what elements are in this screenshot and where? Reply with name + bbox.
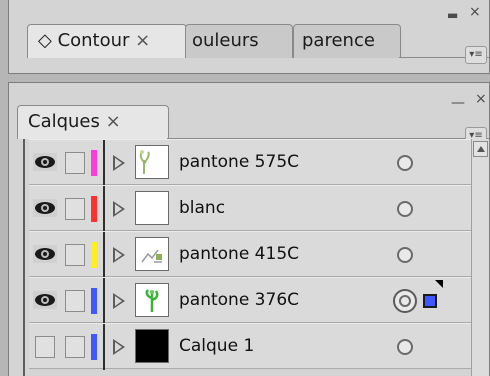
layer-row[interactable]: Calque 1 — [29, 323, 471, 370]
blank-thumbnail — [135, 191, 169, 225]
scroll-up-button[interactable] — [473, 141, 488, 157]
plant-thumbnail-icon — [135, 145, 169, 179]
targeted-circle-icon[interactable] — [393, 289, 417, 313]
layer-name[interactable]: blanc — [179, 198, 225, 218]
current-layer-corner-icon — [435, 280, 443, 288]
layer-row[interactable]: blanc — [29, 185, 471, 232]
expand-triangle-icon[interactable] — [113, 293, 125, 309]
tab-transparence-label: parence — [302, 30, 375, 51]
layer-row[interactable]: pantone 376C — [29, 277, 471, 324]
black-thumbnail — [135, 329, 169, 363]
expand-triangle-icon[interactable] — [113, 247, 125, 263]
column-divider — [103, 278, 105, 324]
tab-contour-label: ◇ Contour — [38, 30, 130, 51]
layer-color-swatch — [91, 334, 97, 360]
layer-name[interactable]: pantone 575C — [179, 152, 299, 172]
lock-toggle[interactable] — [65, 152, 85, 174]
layer-row[interactable]: pantone 415C — [29, 231, 471, 278]
column-divider — [103, 140, 105, 186]
target-circle-icon[interactable] — [397, 155, 413, 171]
lock-toggle[interactable] — [65, 244, 85, 266]
layers-panel: — × Calques × ▾≡ pantone 575C blanc pant… — [8, 82, 490, 376]
vertical-scrollbar[interactable] — [471, 139, 489, 376]
layer-color-swatch — [91, 242, 97, 268]
layer-name[interactable]: Calque 1 — [179, 336, 254, 356]
minimize-icon[interactable]: — — [451, 95, 465, 111]
target-circle-icon[interactable] — [397, 339, 413, 355]
tab-transparence[interactable]: parence — [293, 24, 401, 58]
arrow-up-icon — [477, 146, 485, 152]
minimize-icon[interactable]: ▬ — [447, 8, 458, 22]
visibility-toggle[interactable] — [35, 336, 55, 358]
selected-art-indicator[interactable] — [423, 294, 437, 308]
column-divider — [103, 186, 105, 232]
lock-toggle[interactable] — [65, 336, 85, 358]
column-divider — [103, 232, 105, 278]
eye-icon[interactable] — [33, 153, 57, 171]
layer-row[interactable]: pantone 575C — [29, 139, 471, 186]
panel-menu-button[interactable]: ▾≡ — [465, 46, 487, 64]
column-divider — [103, 324, 105, 370]
green-plant-thumbnail-icon — [135, 283, 169, 317]
close-icon[interactable]: × — [469, 4, 481, 20]
expand-triangle-icon[interactable] — [113, 339, 125, 355]
eye-icon[interactable] — [33, 291, 57, 309]
list-frame — [23, 139, 25, 376]
target-circle-icon[interactable] — [397, 201, 413, 217]
tab-close-icon[interactable]: × — [135, 30, 150, 51]
tab-couleurs-label: ouleurs — [192, 30, 259, 51]
layer-name[interactable]: pantone 376C — [179, 290, 299, 310]
layer-color-swatch — [91, 196, 97, 222]
layer-color-swatch — [91, 150, 97, 176]
layer-name[interactable]: pantone 415C — [179, 244, 299, 264]
eye-icon[interactable] — [33, 199, 57, 217]
stroke-panel-group: ▬ × ◇ Contour × ouleurs parence ▾≡ — [8, 0, 490, 74]
expand-triangle-icon[interactable] — [113, 201, 125, 217]
layer-color-swatch — [91, 288, 97, 314]
tab-close-icon[interactable]: × — [106, 111, 121, 132]
tab-contour[interactable]: ◇ Contour × — [27, 24, 187, 58]
lock-toggle[interactable] — [65, 290, 85, 312]
close-icon[interactable]: × — [475, 91, 487, 107]
tab-calques-label: Calques — [28, 111, 100, 132]
tab-couleurs[interactable]: ouleurs — [185, 24, 293, 58]
sketch-thumbnail-icon — [135, 237, 169, 271]
lock-toggle[interactable] — [65, 198, 85, 220]
tab-calques[interactable]: Calques × — [17, 105, 169, 139]
target-circle-icon[interactable] — [397, 247, 413, 263]
eye-icon[interactable] — [33, 245, 57, 263]
expand-triangle-icon[interactable] — [113, 155, 125, 171]
